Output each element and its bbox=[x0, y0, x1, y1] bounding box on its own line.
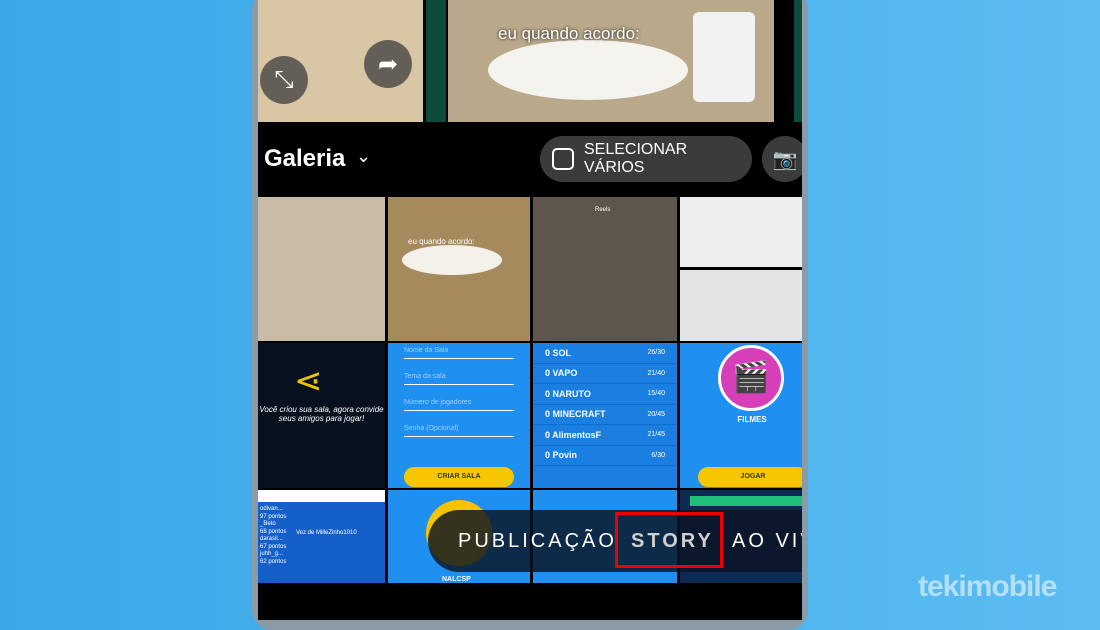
divider bbox=[794, 0, 802, 122]
share-icon[interactable]: ➦ bbox=[364, 40, 412, 88]
mug-image bbox=[693, 12, 755, 102]
gallery-thumbnail[interactable]: ⋖ Você criou sua sala, agora convide seu… bbox=[258, 343, 385, 488]
camera-icon[interactable]: 📷 bbox=[762, 136, 802, 182]
gallery-thumbnail[interactable]: Nome da Sala Tema da sala Número de joga… bbox=[388, 343, 530, 488]
clapperboard-icon: 🎬 bbox=[718, 345, 784, 411]
gallery-thumbnail[interactable]: 🎬 FILMES JOGAR bbox=[680, 343, 802, 488]
gallery-thumbnail[interactable]: 0 SOL 26/30 0 VAPO 21/40 0 NARUTO 15/40 0 M… bbox=[533, 343, 677, 488]
mode-publicacao[interactable]: PUBLICAÇÃO bbox=[458, 530, 617, 553]
gallery-thumbnail[interactable]: odivan... 97 pontos _Beto 68 pontos darasi… bbox=[258, 490, 385, 583]
expand-icon[interactable]: ⤡ bbox=[260, 56, 308, 104]
gallery-dropdown[interactable]: Galeria bbox=[264, 145, 345, 173]
select-multiple-label: SELECIONAR VÁRIOS bbox=[584, 141, 688, 176]
gallery-thumbnail[interactable]: Reels bbox=[533, 197, 677, 341]
gallery-thumbnail[interactable] bbox=[680, 270, 802, 341]
gallery-thumbnail[interactable] bbox=[680, 197, 802, 267]
highlight-box bbox=[615, 512, 723, 568]
phone-screen: eu quando acordo: ⤡ ➦ Galeria ⌄ SELECION… bbox=[258, 0, 802, 620]
media-preview[interactable]: eu quando acordo: bbox=[448, 0, 774, 122]
mode-ao-vivo[interactable]: AO VIVO bbox=[732, 530, 802, 553]
select-multiple-button[interactable]: SELECIONAR VÁRIOS bbox=[540, 136, 752, 182]
gallery-thumbnail[interactable]: eu quando acordo: bbox=[388, 197, 530, 341]
plate-image bbox=[488, 40, 688, 100]
share-icon: ⋖ bbox=[294, 362, 323, 400]
watermark-logo: tekimobile bbox=[918, 570, 1057, 603]
chevron-down-icon[interactable]: ⌄ bbox=[356, 146, 371, 167]
meme-caption: eu quando acordo: bbox=[498, 24, 640, 43]
multi-select-icon bbox=[552, 148, 574, 170]
divider bbox=[426, 0, 446, 122]
gallery-thumbnail[interactable] bbox=[258, 197, 385, 341]
